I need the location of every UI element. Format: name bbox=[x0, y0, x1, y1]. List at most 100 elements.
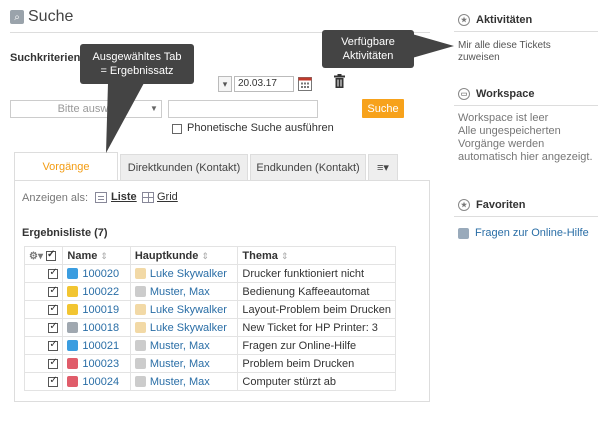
topic-cell: Bedienung Kaffeeautomat bbox=[237, 282, 396, 301]
date-to-field[interactable]: 20.03.17 bbox=[234, 76, 294, 92]
row-checkbox[interactable] bbox=[48, 321, 59, 333]
ticket-id-link[interactable]: 100023 bbox=[82, 358, 119, 370]
search-button[interactable]: Suche bbox=[362, 99, 404, 118]
column-header-thema[interactable]: Thema ⇕ bbox=[237, 246, 396, 265]
person-icon bbox=[134, 268, 146, 280]
person-icon bbox=[134, 286, 146, 298]
row-checkbox[interactable] bbox=[48, 267, 59, 279]
callout-activities: Verfügbare Aktivitäten bbox=[322, 30, 414, 68]
person-icon bbox=[134, 304, 146, 316]
grid-icon[interactable] bbox=[142, 192, 154, 203]
view-list-link[interactable]: Liste bbox=[111, 191, 137, 203]
list-icon[interactable] bbox=[95, 192, 107, 203]
table-row[interactable]: 100020 Luke Skywalker Drucker funktioniert… bbox=[23, 264, 396, 283]
tab-menu-button[interactable]: ≡▾ bbox=[368, 154, 398, 180]
ticket-id-cell[interactable]: 100020 bbox=[62, 264, 131, 283]
row-checkbox[interactable] bbox=[48, 339, 59, 351]
callout-tab-line2: = Ergebnissatz bbox=[100, 65, 174, 77]
row-select-cell bbox=[23, 264, 64, 283]
callout-selected-tab: Ausgewähltes Tab = Ergebnissatz bbox=[80, 44, 194, 84]
date-dropdown-button[interactable]: ▾ bbox=[218, 76, 232, 92]
view-grid-link[interactable]: Grid bbox=[157, 191, 178, 203]
criteria-label: Suchkriterien bbox=[10, 52, 81, 64]
row-select-cell bbox=[23, 372, 64, 391]
page-title-text: Suche bbox=[28, 8, 74, 25]
ticket-id-cell[interactable]: 100023 bbox=[62, 354, 131, 373]
ticket-id-link[interactable]: 100021 bbox=[82, 340, 119, 352]
search-input[interactable] bbox=[168, 100, 318, 118]
chevron-down-icon[interactable]: ▼ bbox=[150, 104, 158, 113]
favorite-link[interactable]: Fragen zur Online-Hilfe bbox=[458, 227, 589, 239]
row-checkbox[interactable] bbox=[48, 357, 59, 369]
ticket-id-link[interactable]: 100024 bbox=[82, 376, 119, 388]
tab-endkunden[interactable]: Endkunden (Kontakt) bbox=[250, 154, 366, 180]
divider bbox=[454, 216, 598, 217]
ticket-id-cell[interactable]: 100019 bbox=[62, 300, 131, 319]
row-checkbox[interactable] bbox=[48, 285, 59, 297]
phonetic-label: Phonetische Suche ausführen bbox=[187, 122, 334, 134]
ticket-status-icon bbox=[67, 376, 79, 388]
table-row[interactable]: 100021 Muster, Max Fragen zur Online-Hilfe bbox=[23, 336, 396, 355]
column-header-hauptkunde[interactable]: Hauptkunde ⇕ bbox=[129, 246, 239, 265]
ticket-id-cell[interactable]: 100022 bbox=[62, 282, 131, 301]
callout-activities-pointer bbox=[412, 34, 454, 58]
ticket-id-cell[interactable]: 100021 bbox=[62, 336, 131, 355]
customer-cell[interactable]: Muster, Max bbox=[129, 336, 239, 355]
gear-icon[interactable]: ⚙▾ bbox=[29, 251, 43, 262]
ticket-id-link[interactable]: 100022 bbox=[82, 286, 119, 298]
table-row[interactable]: 100022 Muster, Max Bedienung Kaffeeautomat bbox=[23, 282, 396, 301]
topic-cell: Layout-Problem beim Drucken bbox=[237, 300, 396, 319]
customer-link[interactable]: Luke Skywalker bbox=[150, 304, 227, 316]
table-row[interactable]: 100018 Luke Skywalker New Ticket for HP Pr… bbox=[23, 318, 396, 337]
customer-link[interactable]: Muster, Max bbox=[150, 376, 210, 388]
tab-vorgaenge[interactable]: Vorgänge bbox=[14, 152, 118, 180]
person-icon bbox=[134, 340, 146, 352]
person-icon bbox=[134, 376, 146, 388]
tab-direktkunden[interactable]: Direktkunden (Kontakt) bbox=[120, 154, 248, 180]
row-select-cell bbox=[23, 318, 64, 337]
customer-cell[interactable]: Muster, Max bbox=[129, 282, 239, 301]
customer-link[interactable]: Luke Skywalker bbox=[150, 322, 227, 334]
star-icon: ★ bbox=[458, 14, 470, 26]
callout-act-line1: Verfügbare bbox=[341, 36, 395, 48]
customer-cell[interactable]: Luke Skywalker bbox=[129, 264, 239, 283]
table-header-row: ⚙▾ Name ⇕ Hauptkunde ⇕ Thema ⇕ bbox=[23, 246, 396, 265]
column-header-name[interactable]: Name ⇕ bbox=[62, 246, 131, 265]
callout-act-line2: Aktivitäten bbox=[342, 50, 394, 62]
row-select-cell bbox=[23, 282, 64, 301]
customer-link[interactable]: Luke Skywalker bbox=[150, 268, 227, 280]
ticket-id-cell[interactable]: 100018 bbox=[62, 318, 131, 337]
customer-cell[interactable]: Muster, Max bbox=[129, 354, 239, 373]
ticket-status-icon bbox=[67, 286, 79, 298]
table-row[interactable]: 100019 Luke Skywalker Layout-Problem beim … bbox=[23, 300, 396, 319]
person-icon bbox=[134, 358, 146, 370]
person-icon bbox=[134, 322, 146, 334]
view-label: Anzeigen als: bbox=[22, 192, 89, 204]
customer-cell[interactable]: Luke Skywalker bbox=[129, 300, 239, 319]
customer-link[interactable]: Muster, Max bbox=[150, 358, 210, 370]
ticket-status-icon bbox=[67, 304, 79, 316]
calendar-icon[interactable] bbox=[298, 76, 312, 91]
table-row[interactable]: 100024 Muster, Max Computer stürzt ab bbox=[23, 372, 396, 391]
topic-cell: Computer stürzt ab bbox=[237, 372, 396, 391]
ticket-id-link[interactable]: 100019 bbox=[82, 304, 119, 316]
customer-cell[interactable]: Muster, Max bbox=[129, 372, 239, 391]
divider bbox=[454, 31, 598, 32]
activity-assign-all[interactable]: Mir alle diese Tickets zuweisen bbox=[458, 40, 598, 64]
trash-icon[interactable] bbox=[334, 74, 345, 88]
star-icon: ★ bbox=[458, 199, 470, 211]
phonetic-checkbox[interactable] bbox=[172, 124, 182, 134]
menu-icon: ≡▾ bbox=[377, 162, 389, 174]
row-checkbox[interactable] bbox=[48, 375, 59, 387]
table-row[interactable]: 100023 Muster, Max Problem beim Drucken bbox=[23, 354, 396, 373]
customer-cell[interactable]: Luke Skywalker bbox=[129, 318, 239, 337]
ticket-id-cell[interactable]: 100024 bbox=[62, 372, 131, 391]
ticket-id-link[interactable]: 100018 bbox=[82, 322, 119, 334]
customer-link[interactable]: Muster, Max bbox=[150, 286, 210, 298]
sidebar-activities-header: ★ Aktivitäten bbox=[458, 14, 532, 26]
select-all-checkbox[interactable] bbox=[46, 249, 57, 261]
ticket-id-link[interactable]: 100020 bbox=[82, 268, 119, 280]
row-select-cell bbox=[23, 300, 64, 319]
customer-link[interactable]: Muster, Max bbox=[150, 340, 210, 352]
row-checkbox[interactable] bbox=[48, 303, 59, 315]
